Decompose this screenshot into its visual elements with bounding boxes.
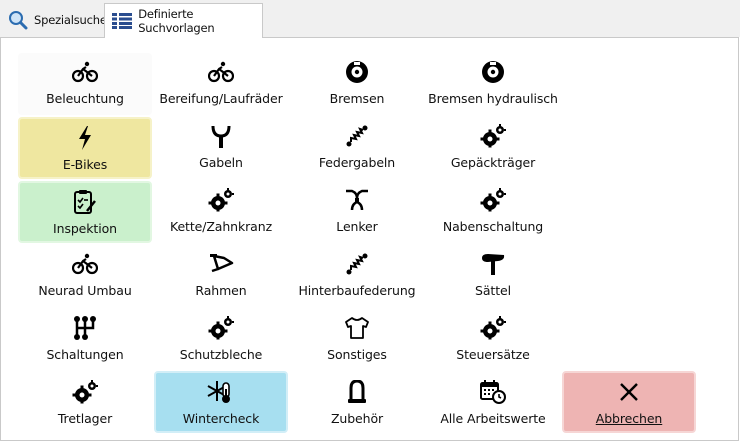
tile-gepaecktraeger[interactable]: Gepäckträger [426,117,560,179]
tile-label: Schutzbleche [179,347,263,362]
tab-spezialsuche[interactable]: Spezialsuche [4,4,107,36]
gears-icon [480,123,506,149]
tile-wintercheck[interactable]: Wintercheck [154,371,288,433]
spring-icon [345,251,369,277]
close-icon [618,379,640,405]
tile-nabenschaltung[interactable]: Nabenschaltung [426,181,560,243]
tile-label: Rahmen [195,283,247,298]
tile-label: Neurad Umbau [38,283,132,298]
tab-bar: Spezialsuche Definierte Suchvorlagen [0,0,740,38]
gears-icon [208,187,234,213]
shirt-icon [344,315,370,341]
tile-label: Tretlager [57,411,113,426]
tile-label: Federgabeln [318,155,396,170]
tile-label: Gabeln [199,155,243,170]
tile-label: Bremsen [329,91,385,106]
frame-icon [208,251,234,277]
tile-inspektion[interactable]: Inspektion [18,181,152,243]
tile-hinterbaufederung[interactable]: Hinterbaufederung [290,245,424,307]
saddle-icon [480,251,506,277]
brake-disc-icon [345,59,369,85]
magnifier-icon [8,9,28,31]
tile-label: Nabenschaltung [442,219,544,234]
tab-definierte-suchvorlagen[interactable]: Definierte Suchvorlagen [104,3,263,38]
tile-alle-arbeitswerte[interactable]: Alle Arbeitswerte [426,373,560,435]
bicycle-icon [72,251,98,277]
tile-label: Sättel [475,283,511,298]
tile-bremsen[interactable]: Bremsen [290,53,424,115]
tile-label: Schaltungen [46,347,124,362]
tile-schaltungen[interactable]: Schaltungen [18,309,152,371]
tile-lenker[interactable]: Lenker [290,181,424,243]
tile-label: E-Bikes [62,157,108,172]
tile-label: Abbrechen [595,411,663,426]
clipboard-check-icon [73,189,97,215]
gears-icon [480,315,506,341]
tile-label: Kette/Zahnkranz [169,219,273,234]
tile-schutzbleche[interactable]: Schutzbleche [154,309,288,371]
lightning-icon [77,125,93,151]
tile-neurad-umbau[interactable]: Neurad Umbau [18,245,152,307]
tile-label: Zubehör [330,411,384,426]
tile-label: Alle Arbeitswerte [440,411,546,426]
template-panel: Beleuchtung Bereifung/Laufräder Bremsen … [0,37,739,441]
gears-icon [208,315,234,341]
fork-icon [210,123,232,149]
tile-steuersaetze[interactable]: Steuersätze [426,309,560,371]
gears-icon [480,187,506,213]
gear-shift-icon [74,315,96,341]
grid-icon [112,10,133,32]
tile-label: Steuersätze [456,347,530,362]
snowflake-thermometer-icon [207,379,235,405]
tile-label: Sonstiges [327,347,387,362]
tile-ebikes[interactable]: E-Bikes [18,117,152,179]
gears-icon [72,379,98,405]
tab-label: Spezialsuche [34,13,107,27]
tile-bremsen-hydraulisch[interactable]: Bremsen hydraulisch [426,53,560,115]
tile-sonstiges[interactable]: Sonstiges [290,309,424,371]
tab-label: Definierte Suchvorlagen [138,7,215,35]
bicycle-icon [208,59,234,85]
tile-label: Gepäckträger [450,155,536,170]
handlebar-icon [344,187,370,213]
tile-federgabeln[interactable]: Federgabeln [290,117,424,179]
tile-saettel[interactable]: Sättel [426,245,560,307]
lock-icon [348,379,366,405]
tile-label: Lenker [336,219,378,234]
tile-label: Bereifung/Laufräder [159,91,283,106]
tile-rahmen[interactable]: Rahmen [154,245,288,307]
tile-beleuchtung[interactable]: Beleuchtung [18,53,152,115]
brake-disc-icon [481,59,505,85]
tile-tretlager[interactable]: Tretlager [18,373,152,435]
tile-label: Hinterbaufederung [298,283,416,298]
tile-bereifung[interactable]: Bereifung/Laufräder [154,53,288,115]
tile-gabeln[interactable]: Gabeln [154,117,288,179]
spring-icon [345,123,369,149]
bicycle-icon [72,59,98,85]
tile-label: Bremsen hydraulisch [428,91,558,106]
tile-label: Wintercheck [182,411,260,426]
tile-kette[interactable]: Kette/Zahnkranz [154,181,288,243]
tile-label: Inspektion [53,221,117,236]
tile-label: Beleuchtung [46,91,124,106]
cancel-button[interactable]: Abbrechen [562,371,696,433]
tile-zubehoer[interactable]: Zubehör [290,373,424,435]
calendar-clock-icon [480,379,506,405]
